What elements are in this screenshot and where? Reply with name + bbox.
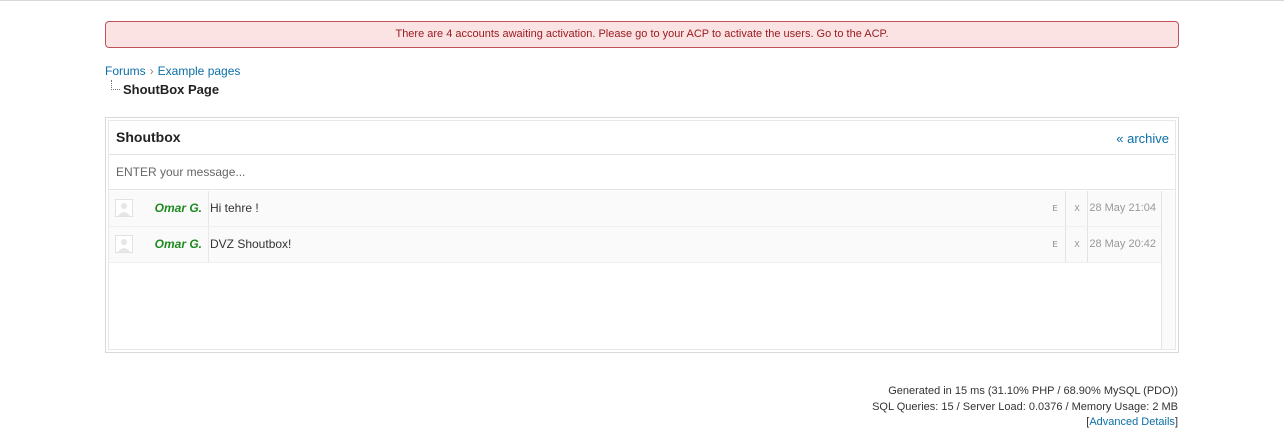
shoutbox-inner: Shoutbox « archive Omar G. Hi tehre ! E … — [108, 120, 1176, 350]
edit-shout-button[interactable]: E — [1045, 191, 1066, 226]
breadcrumb: Forums › Example pages — [105, 64, 240, 78]
breadcrumb-tree-connector — [111, 80, 120, 90]
shout-timestamp: 28 May 20:42 — [1089, 238, 1156, 250]
shout-message: DVZ Shoutbox! — [210, 237, 292, 251]
shout-message-input[interactable] — [109, 155, 1175, 190]
advanced-details-line: [Advanced Details] — [872, 415, 1178, 431]
shout-list: Omar G. Hi tehre ! E X 28 May 21:04 Omar… — [109, 191, 1161, 349]
shout-timestamp: 28 May 21:04 — [1089, 202, 1156, 214]
shoutbox-panel: Shoutbox « archive Omar G. Hi tehre ! E … — [105, 117, 1179, 353]
shout-message: Hi tehre ! — [210, 201, 259, 215]
server-stats: SQL Queries: 15 / Server Load: 0.0376 / … — [872, 400, 1178, 413]
archive-link[interactable]: « archive — [1116, 131, 1169, 146]
shout-list-scrollbar[interactable] — [1161, 191, 1175, 349]
avatar — [115, 199, 133, 217]
edit-shout-button[interactable]: E — [1045, 227, 1066, 262]
bracket-close: ] — [1174, 416, 1178, 428]
page-title: ShoutBox Page — [123, 82, 220, 97]
breadcrumb-example-pages-link[interactable]: Example pages — [158, 64, 241, 78]
top-divider — [0, 0, 1284, 1]
avatar — [115, 235, 133, 253]
breadcrumb-forums-link[interactable]: Forums — [105, 64, 146, 78]
debug-footer: Generated in 15 ms (31.10% PHP / 68.90% … — [872, 384, 1178, 431]
shout-author[interactable]: Omar G. — [150, 227, 209, 262]
breadcrumb-separator: › — [149, 64, 154, 78]
shout-row: Omar G. DVZ Shoutbox! E X 28 May 20:42 — [109, 227, 1161, 263]
shout-author[interactable]: Omar G. — [150, 191, 209, 226]
shoutbox-header: Shoutbox « archive — [109, 121, 1175, 155]
delete-shout-button[interactable]: X — [1067, 191, 1088, 226]
shoutbox-title: Shoutbox — [116, 129, 181, 145]
generation-stats: Generated in 15 ms (31.10% PHP / 68.90% … — [888, 385, 1178, 397]
shout-row: Omar G. Hi tehre ! E X 28 May 21:04 — [109, 191, 1161, 227]
alert-text[interactable]: There are 4 accounts awaiting activation… — [395, 28, 888, 40]
advanced-details-link[interactable]: Advanced Details — [1089, 416, 1175, 428]
activation-alert: There are 4 accounts awaiting activation… — [105, 21, 1179, 48]
delete-shout-button[interactable]: X — [1067, 227, 1088, 262]
